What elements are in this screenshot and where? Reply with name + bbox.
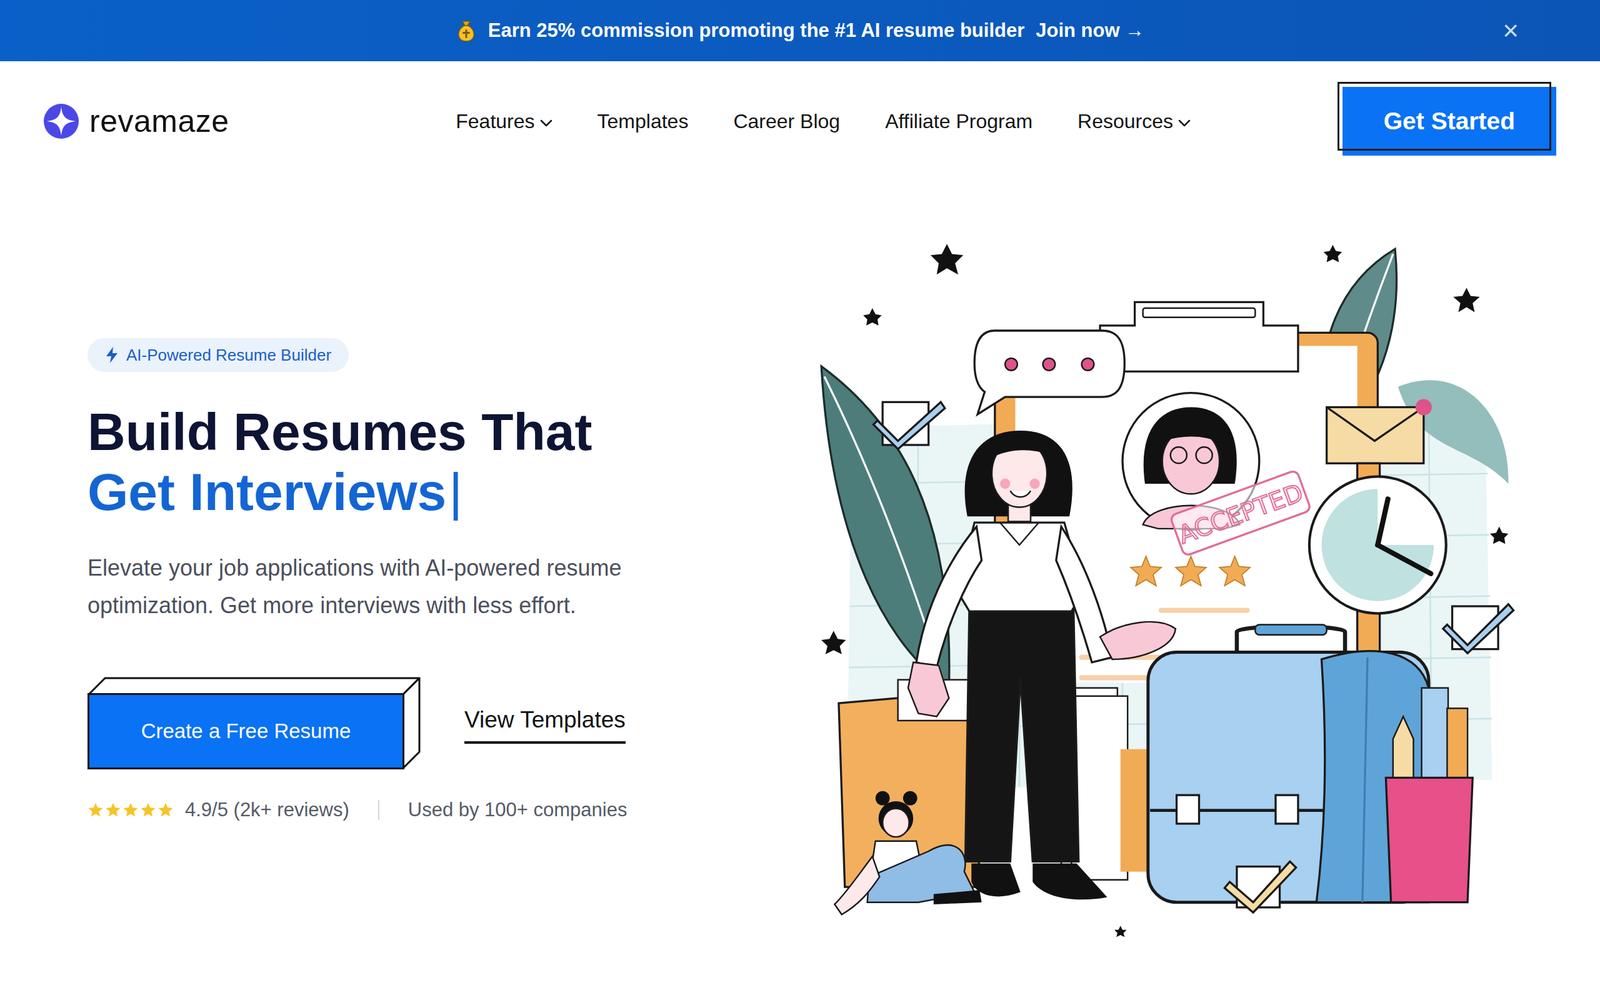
logo-text: revamaze [89, 105, 230, 137]
hero-title: Build Resumes That Get Interviews| [87, 401, 592, 522]
logo[interactable]: revamaze [43, 103, 230, 140]
chevron-down-icon [540, 118, 553, 128]
money-bag-icon [455, 18, 477, 43]
nav-link[interactable]: Templates [597, 106, 689, 137]
hero-subtitle: Elevate your job applications with AI-po… [87, 549, 675, 625]
join-now-link[interactable]: Join now → [1035, 16, 1145, 46]
main-nav: Features Templates Career Blog Affiliate Pr… [455, 106, 1191, 137]
star-icon [122, 801, 139, 819]
decor-stars [821, 243, 1509, 937]
button-frame [1337, 81, 1552, 151]
nav-link[interactable]: Career Blog [733, 106, 840, 137]
nav-label: Templates [597, 106, 689, 137]
typing-cursor: | [448, 462, 463, 522]
envelope-icon [1326, 398, 1432, 464]
check-icon [1224, 861, 1296, 913]
logo-icon [43, 103, 80, 140]
chevron-down-icon [1178, 118, 1191, 128]
stamp-text: ACCEPTED [1175, 478, 1307, 549]
promo-banner: Earn 25% commission promoting the #1 AI … [0, 0, 1600, 62]
hero: AI-Powered Resume Builder Build Resumes … [0, 181, 1600, 1000]
get-started-button[interactable]: Get Started [1342, 86, 1557, 156]
hero-copy: AI-Powered Resume Builder Build Resumes … [87, 338, 817, 844]
nav-link[interactable]: Affiliate Program [885, 106, 1033, 137]
nav-label: Features [455, 106, 535, 137]
speech-bubble [974, 330, 1125, 415]
hero-actions: Create a Free Resume View Templates [87, 676, 626, 770]
title-highlight: Get Interviews [87, 462, 447, 522]
hero-badge: AI-Powered Resume Builder [87, 338, 349, 372]
nav-label: Affiliate Program [885, 106, 1033, 137]
briefcase [1148, 624, 1429, 902]
nav-link[interactable]: Resources [1077, 106, 1191, 137]
rating-stars [87, 801, 174, 819]
site-header: revamaze Features Templates Career Blog Aff… [0, 61, 1600, 182]
check-icon [873, 401, 945, 449]
woman-figure [908, 430, 1176, 900]
title-line: Build Resumes That [87, 401, 592, 462]
star-icon [157, 801, 174, 819]
view-templates-link[interactable]: View Templates [464, 702, 626, 744]
star-icon [105, 801, 122, 819]
pencil-cup [1385, 687, 1473, 902]
check-icon [1443, 603, 1514, 653]
lightning-icon [105, 346, 119, 364]
hero-illustration: ACCEPTED [816, 238, 1521, 944]
banner-text: Earn 25% commission promoting the #1 AI … [488, 16, 1025, 46]
girl-figure [834, 790, 982, 915]
illustration-stars [1130, 555, 1250, 585]
companies-text: Used by 100+ companies [408, 795, 628, 825]
divider [378, 800, 380, 820]
accepted-stamp: ACCEPTED [1170, 469, 1312, 556]
title-line-highlight: Get Interviews| [87, 461, 592, 522]
nav-label: Resources [1077, 106, 1174, 137]
get-started-wrap: Get Started [1342, 86, 1557, 156]
nav-link[interactable]: Features [455, 106, 552, 137]
close-banner-button[interactable]: × [1497, 16, 1524, 45]
star-icon [140, 801, 157, 819]
badge-text: AI-Powered Resume Builder [126, 344, 332, 366]
rating-text: 4.9/5 (2k+ reviews) [185, 795, 350, 825]
nav-label: Career Blog [733, 106, 840, 137]
social-proof: 4.9/5 (2k+ reviews) Used by 100+ compani… [87, 795, 627, 825]
primary-button-wrap: Create a Free Resume [87, 676, 421, 770]
star-icon [87, 801, 104, 819]
create-resume-button[interactable]: Create a Free Resume [87, 693, 405, 770]
